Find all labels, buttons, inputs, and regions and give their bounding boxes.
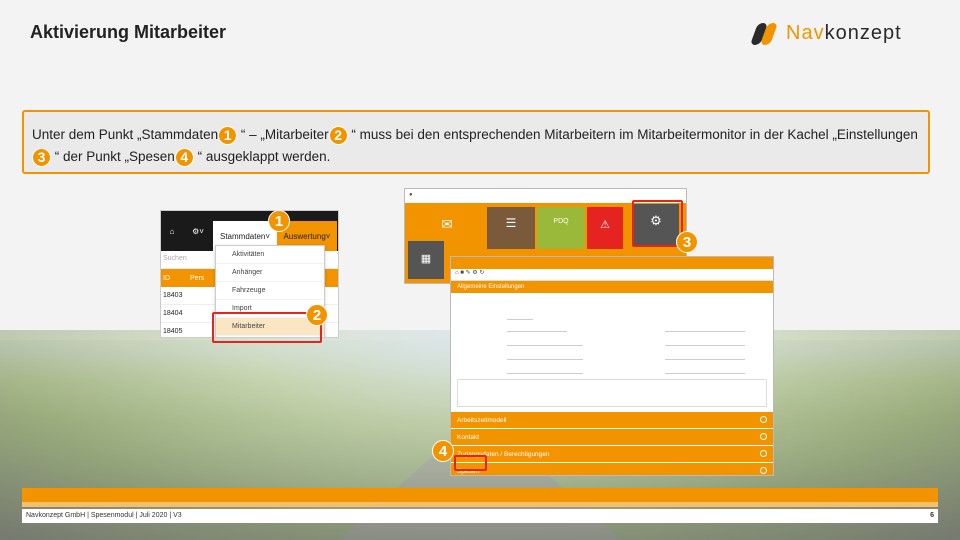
- step-badge-1: 1: [268, 210, 290, 232]
- settings-panel-screenshot: ⌂ ■ ✎ ⚙ ↻ Allgemeine Einstellungen Arbei…: [450, 256, 774, 476]
- footer: Navkonzept GmbH | Spesenmodul | Juli 202…: [22, 509, 938, 523]
- column-person: Pers: [190, 274, 205, 282]
- instruction-text: “ – „Mitarbeiter: [237, 127, 329, 142]
- settings-topbar: [451, 257, 773, 269]
- step-badge-3: 3: [32, 147, 51, 167]
- step-badge-2: 2: [306, 304, 328, 326]
- menu-item-aktivitaeten[interactable]: Aktivitäten: [216, 246, 324, 264]
- step-badge-1: 1: [218, 125, 238, 145]
- menu-item-fahrzeuge[interactable]: Fahrzeuge: [216, 282, 324, 300]
- chevron-icon: [760, 433, 767, 440]
- instruction-text: Unter dem Punkt „Stammdaten: [32, 127, 219, 142]
- page-number: 6: [930, 512, 934, 519]
- device-icon: ▦: [420, 253, 432, 265]
- step-badge-2: 2: [328, 125, 348, 145]
- form-field[interactable]: [665, 365, 745, 374]
- settings-toolbar: ⌂ ■ ✎ ⚙ ↻: [451, 269, 773, 281]
- form-field[interactable]: [665, 351, 745, 360]
- accordion-spesen[interactable]: Spesen: [451, 462, 773, 475]
- logo-text-konzept: konzept: [824, 22, 902, 44]
- highlight-spesen: [454, 455, 487, 471]
- tile-pdq-label: PDQ: [553, 218, 569, 225]
- logo-mark-icon: [749, 22, 780, 45]
- form-field[interactable]: [507, 311, 533, 320]
- tile-pdq[interactable]: PDQ: [537, 207, 585, 249]
- slide-title: Aktivierung Mitarbeiter: [30, 22, 227, 42]
- form-field[interactable]: [665, 337, 745, 346]
- footer-accent-bar: [22, 488, 938, 502]
- step-badge-4: 4: [432, 440, 454, 462]
- nav-stammdaten-label: Stammdaten: [219, 231, 266, 241]
- instruction-text: “ der Punkt „Spesen: [51, 149, 175, 164]
- form-field[interactable]: [507, 323, 567, 332]
- accordion-label: Arbeitszeitmodell: [457, 417, 507, 424]
- footer-text: Navkonzept GmbH | Spesenmodul | Juli 202…: [26, 512, 182, 519]
- form-field[interactable]: [665, 323, 745, 332]
- column-id: ID: [163, 274, 170, 282]
- chevron-icon: [760, 450, 767, 457]
- form-field[interactable]: [507, 337, 583, 346]
- accordion-label: Kontakt: [457, 434, 480, 441]
- footer-accent-bar-light: [22, 502, 938, 507]
- step-badge-4: 4: [174, 147, 194, 167]
- accordion-arbeitszeitmodell[interactable]: Arbeitszeitmodell: [451, 411, 773, 428]
- tile-list[interactable]: ☰: [487, 207, 535, 249]
- instruction-text: “ muss bei den entsprechenden Mitarbeite…: [347, 127, 918, 142]
- logo-text-nav: Nav: [786, 22, 825, 44]
- step-badge-3: 3: [676, 231, 698, 253]
- nav-auswertung-label: Auswertung: [283, 231, 326, 241]
- tile-device[interactable]: ▦: [408, 241, 444, 279]
- alert-icon: ⚠: [600, 219, 610, 231]
- instruction-text: “ ausgeklappt werden.: [193, 149, 331, 164]
- menu-item-anhaenger[interactable]: Anhänger: [216, 264, 324, 282]
- accordion-kontakt[interactable]: Kontakt: [451, 428, 773, 445]
- settings-icon[interactable]: ⚙˅: [183, 211, 213, 251]
- mail-icon: ✉: [441, 216, 453, 232]
- instruction-box: Unter dem Punkt „Stammdaten 1 “ – „Mitarb…: [22, 110, 930, 174]
- form-field[interactable]: [507, 365, 583, 374]
- slide: Aktivierung Mitarbeiter Navkonzept Unter…: [0, 0, 960, 540]
- chevron-icon: [760, 467, 767, 474]
- notes-textarea[interactable]: [457, 379, 767, 407]
- list-icon: ☰: [505, 216, 517, 230]
- home-icon[interactable]: ⌂: [161, 211, 183, 251]
- settings-form: [451, 293, 773, 411]
- tile-alerts[interactable]: ⚠: [587, 207, 623, 249]
- form-field[interactable]: [507, 351, 583, 360]
- navkonzept-logo: Navkonzept: [749, 22, 902, 45]
- chevron-icon: [760, 416, 767, 423]
- accordion-zugangsdaten[interactable]: Zugangsdaten / Berechtigungen: [451, 445, 773, 462]
- section-allgemein[interactable]: Allgemeine Einstellungen: [451, 281, 773, 293]
